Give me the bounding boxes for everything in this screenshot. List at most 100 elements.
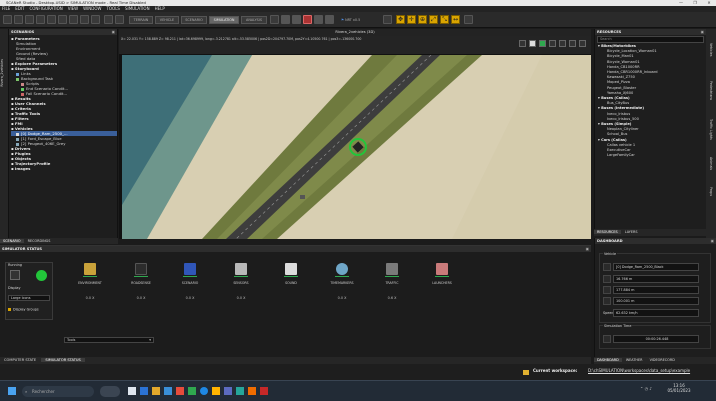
fit-tool-icon[interactable]: ⤡ (440, 15, 449, 24)
view-close-icon[interactable] (579, 40, 586, 47)
tab-layers[interactable]: LAYERS (622, 230, 641, 234)
tray-icons[interactable]: ⌃ ◷ ♪ (640, 386, 662, 395)
side-tab-vehicles[interactable]: Vehicles (708, 43, 713, 57)
speed-field: 62.632 km/h (613, 309, 699, 317)
tab-videorecord[interactable]: VIDEORECORD (647, 358, 678, 362)
module-traffic[interactable]: TRAFFIC 0.6 X (377, 263, 407, 301)
windows-start-icon[interactable] (8, 387, 16, 395)
view-mode-icon[interactable] (519, 40, 526, 47)
module-environment[interactable]: ENVIRONMENT 0.0 X (75, 263, 105, 301)
z-position-field: 100.001 m (613, 297, 699, 305)
view-options-icon[interactable] (549, 40, 556, 47)
home-icon[interactable] (104, 15, 113, 24)
taskbar-app-icon[interactable] (212, 387, 220, 395)
side-tab-animals[interactable]: Animals (708, 157, 713, 170)
mode-tab-analysis[interactable]: ANALYSIS (241, 16, 267, 24)
view-camera-icon[interactable] (559, 40, 566, 47)
module-sound[interactable]: SOUND (276, 263, 306, 297)
browser-icon[interactable] (200, 387, 208, 395)
monitor-icon[interactable] (10, 270, 20, 280)
x-axis-icon (603, 275, 611, 283)
side-tab-pedestrians[interactable]: Pedestrians (708, 81, 713, 100)
side-tab-traffic-lights[interactable]: Traffic Lights (708, 119, 713, 140)
workspace-icon[interactable] (115, 15, 124, 24)
taskbar-app-icon[interactable] (248, 387, 256, 395)
vehicle-select[interactable]: [0] Dodge_Ram_2500_Black (613, 263, 699, 271)
workspace-path[interactable]: D:\chSIMULATION\workspaces\data_setup\ex… (588, 368, 690, 374)
bottom-tabs: COMPUTER STATE SIMULATOR STATUS (0, 357, 591, 364)
pause-icon[interactable] (314, 15, 323, 24)
tree-item[interactable]: ▪ Images (11, 166, 117, 171)
save-all-icon[interactable] (36, 15, 45, 24)
taskbar-app-icon[interactable] (176, 387, 184, 395)
resources-search-input[interactable]: Search (597, 36, 704, 43)
module-name: ENVIRONMENT (78, 281, 102, 285)
module-value: 0.0 X (236, 295, 246, 300)
widgets-icon[interactable] (100, 386, 120, 397)
view-3d-icon[interactable] (539, 40, 546, 47)
measure-tool-icon[interactable]: ↔ (451, 15, 460, 24)
mail-icon[interactable] (164, 387, 172, 395)
panel-options-icon[interactable]: ▣ (711, 238, 714, 244)
taskbar-app-icon[interactable] (140, 387, 148, 395)
tab-computer-state[interactable]: COMPUTER STATE (0, 358, 40, 362)
mode-tab-terrain[interactable]: TERRAIN (129, 16, 153, 24)
select-tool-icon[interactable]: ✥ (396, 15, 405, 24)
file-explorer-icon[interactable] (152, 387, 160, 395)
play-icon[interactable] (292, 15, 301, 24)
tab-resources[interactable]: RESOURCES (594, 230, 621, 234)
module-sensors[interactable]: SENSORS 0.0 X (226, 263, 256, 301)
scaner-app-icon[interactable] (260, 387, 268, 395)
pan-tool-icon[interactable]: ✛ (407, 15, 416, 24)
rotate-tool-icon[interactable]: ⤢ (429, 15, 438, 24)
open-icon[interactable] (14, 15, 23, 24)
tab-scenario[interactable]: SCENARIO (0, 239, 24, 243)
display-groups-checkbox[interactable] (8, 308, 11, 311)
stop-icon[interactable] (281, 15, 290, 24)
mode-tab-scenario[interactable]: SCENARIO (181, 16, 207, 24)
taskbar-search[interactable]: ⌕ Rechercher (22, 386, 94, 397)
os-taskbar: ⌕ Rechercher ⌃ ◷ ♪ 13:16 05/01/2023 (0, 380, 716, 401)
module-scenario[interactable]: SCENARIO 0.0 X (175, 263, 205, 301)
panel-options-icon[interactable]: ▣ (112, 29, 115, 35)
step-icon[interactable] (325, 15, 334, 24)
load-icon[interactable] (270, 15, 279, 24)
side-tab-props[interactable]: Props (708, 187, 713, 196)
tab-weather[interactable]: WEATHER (623, 358, 646, 362)
save-icon[interactable] (25, 15, 34, 24)
module-roadsense[interactable]: ROADSENSE 0.0 X (126, 263, 156, 301)
taskbar-app-icon[interactable] (224, 387, 232, 395)
dashboard-header: DASHBOARD ▣ (595, 238, 716, 244)
satellite-map[interactable] (122, 55, 591, 239)
panel-options-icon[interactable]: ▣ (586, 246, 589, 252)
clock-date[interactable]: 05/01/2023 (665, 388, 693, 394)
taskbar-app-icon[interactable] (188, 387, 196, 395)
undo-icon[interactable] (47, 15, 56, 24)
settings-icon[interactable] (69, 15, 78, 24)
new-icon[interactable] (3, 15, 12, 24)
tab-dashboard[interactable]: DASHBOARD (594, 358, 622, 362)
mode-tab-vehicle[interactable]: VEHICLE (155, 16, 179, 24)
resource-item[interactable]: LargeFamilyCar (598, 153, 706, 158)
launcher-icon (436, 263, 448, 275)
task-view-icon[interactable] (128, 387, 136, 395)
tab-recordings[interactable]: RECORDINGS (25, 239, 54, 243)
redo-icon[interactable] (58, 15, 67, 24)
record-icon[interactable] (303, 15, 312, 24)
tab-simulator-status[interactable]: SIMULATOR STATUS (41, 358, 85, 362)
mode-tab-simulation[interactable]: SIMULATION (209, 16, 239, 24)
sync-icon[interactable] (383, 15, 392, 24)
panel-options-icon[interactable]: ▣ (701, 29, 704, 35)
layout-icon[interactable] (80, 15, 89, 24)
display-select[interactable]: Large Icons (8, 295, 50, 301)
taskbar-app-icon[interactable] (236, 387, 244, 395)
view-settings-icon[interactable] (569, 40, 576, 47)
camera-icon[interactable] (464, 15, 473, 24)
zoom-tool-icon[interactable]: ⊕ (418, 15, 427, 24)
module-launchers[interactable]: LAUNCHERS (427, 263, 457, 297)
module-timemarkers[interactable]: TIMEMARKERS 0.0 X (327, 263, 357, 301)
help-icon[interactable] (91, 15, 100, 24)
view-2d-icon[interactable] (529, 40, 536, 47)
scenario-side-tab[interactable]: Rivera_2vehicles (0, 59, 5, 87)
tools-select[interactable]: Tools ▾ (64, 337, 154, 343)
